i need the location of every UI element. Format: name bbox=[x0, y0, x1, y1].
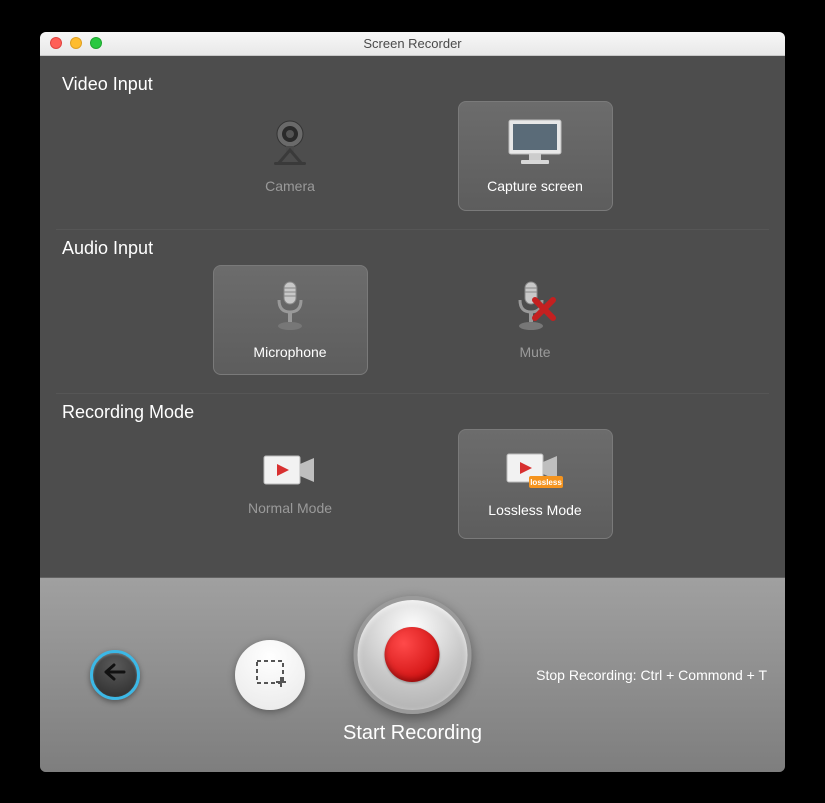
mode-section-title: Recording Mode bbox=[62, 402, 763, 423]
video-play-icon bbox=[262, 452, 318, 488]
lossless-badge-text: lossless bbox=[530, 478, 562, 487]
normal-mode-option[interactable]: Normal Mode bbox=[213, 429, 368, 539]
start-recording-button[interactable] bbox=[354, 596, 472, 714]
normal-mode-label: Normal Mode bbox=[248, 500, 332, 516]
mute-icon bbox=[513, 280, 557, 332]
record-icon bbox=[385, 627, 440, 682]
back-button[interactable] bbox=[90, 650, 140, 700]
crop-region-button[interactable] bbox=[235, 640, 305, 710]
minimize-window-button[interactable] bbox=[70, 37, 82, 49]
audio-section-title: Audio Input bbox=[62, 238, 763, 259]
arrow-left-icon bbox=[104, 663, 126, 686]
monitor-icon bbox=[505, 118, 565, 166]
microphone-option[interactable]: Microphone bbox=[213, 265, 368, 375]
traffic-lights bbox=[40, 37, 102, 49]
camera-icon bbox=[264, 118, 316, 166]
lossless-mode-option[interactable]: lossless Lossless Mode bbox=[458, 429, 613, 539]
capture-screen-option[interactable]: Capture screen bbox=[458, 101, 613, 211]
camera-label: Camera bbox=[265, 178, 315, 194]
close-window-button[interactable] bbox=[50, 37, 62, 49]
video-input-section: Video Input Camera bbox=[40, 66, 785, 229]
capture-screen-label: Capture screen bbox=[487, 178, 583, 194]
window-title: Screen Recorder bbox=[40, 36, 785, 51]
audio-options: Microphone Mute bbox=[62, 265, 763, 375]
record-group: Start Recording bbox=[343, 596, 482, 745]
content-area: Video Input Camera bbox=[40, 56, 785, 577]
camera-option[interactable]: Camera bbox=[213, 101, 368, 211]
stop-recording-shortcut: Stop Recording: Ctrl + Commond + T bbox=[536, 667, 767, 683]
mute-label: Mute bbox=[519, 344, 550, 360]
video-options: Camera Capture screen bbox=[62, 101, 763, 211]
mode-options: Normal Mode lossless Lossless Mode bbox=[62, 429, 763, 539]
recording-mode-section: Recording Mode Normal Mode bbox=[40, 394, 785, 557]
video-play-lossless-icon: lossless bbox=[505, 450, 565, 490]
start-recording-label: Start Recording bbox=[343, 722, 482, 745]
crop-icon bbox=[253, 657, 287, 692]
zoom-window-button[interactable] bbox=[90, 37, 102, 49]
video-section-title: Video Input bbox=[62, 74, 763, 95]
mute-option[interactable]: Mute bbox=[458, 265, 613, 375]
audio-input-section: Audio Input Micropho bbox=[40, 230, 785, 393]
lossless-mode-label: Lossless Mode bbox=[488, 502, 581, 518]
footer-bar: Start Recording Stop Recording: Ctrl + C… bbox=[40, 577, 785, 772]
microphone-label: Microphone bbox=[253, 344, 326, 360]
app-window: Screen Recorder Video Input bbox=[40, 32, 785, 772]
titlebar: Screen Recorder bbox=[40, 32, 785, 56]
microphone-icon bbox=[270, 280, 310, 332]
